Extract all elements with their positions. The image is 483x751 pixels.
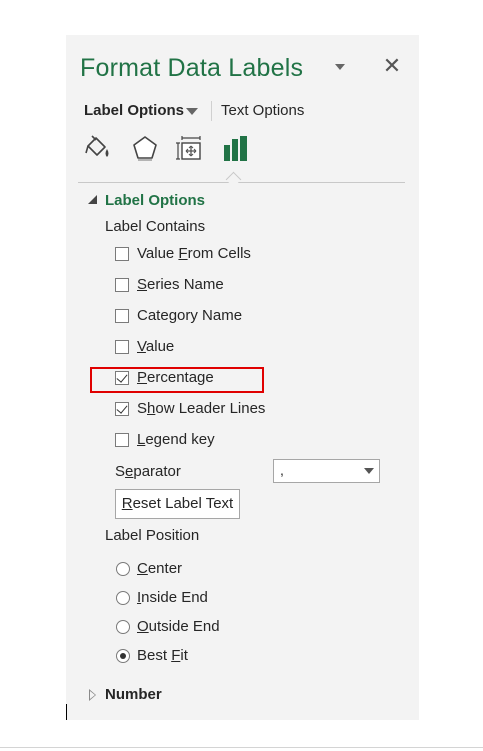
window-bottom-border	[0, 747, 483, 748]
text-cursor	[66, 704, 67, 720]
label-position-heading: Label Position	[105, 527, 200, 544]
label-options-dropdown-icon[interactable]	[186, 108, 198, 115]
label-contains-heading: Label Contains	[105, 218, 206, 235]
format-data-labels-pane: Format Data Labels ✕ Label Options Text …	[66, 35, 419, 720]
radio-selected-dot	[120, 653, 126, 659]
checkbox-box[interactable]	[115, 278, 129, 292]
checkbox-label: Value From Cells	[137, 245, 251, 262]
checkbox-label: Legend key	[137, 431, 215, 448]
icon-tab-underline	[78, 182, 405, 183]
separator-value: ,	[280, 462, 284, 478]
collapse-arrow-icon[interactable]	[88, 195, 97, 204]
radio-button[interactable]	[116, 562, 130, 576]
chevron-down-icon[interactable]	[364, 468, 374, 474]
radio-button[interactable]	[116, 649, 130, 663]
tab-label-options[interactable]: Label Options	[84, 102, 184, 119]
reset-label-text-button[interactable]: Reset Label Text	[115, 489, 240, 519]
checkmark-icon	[116, 371, 128, 383]
radio-label: Inside End	[137, 589, 208, 606]
radio-label: Center	[137, 560, 183, 577]
tab-divider	[211, 101, 212, 121]
checkbox-box[interactable]	[115, 371, 129, 385]
pane-options-dropdown-icon[interactable]	[332, 59, 348, 75]
checkbox-label: Percentage	[137, 369, 214, 386]
tab-text-options[interactable]: Text Options	[221, 102, 304, 119]
checkbox-label: Series Name	[137, 276, 224, 293]
pane-title: Format Data Labels	[80, 54, 304, 82]
checkbox-box[interactable]	[115, 433, 129, 447]
effects-pentagon-icon[interactable]	[130, 133, 160, 165]
series-options-chart-icon[interactable]	[221, 133, 251, 165]
section-label-options[interactable]: Label Options	[105, 192, 205, 209]
expand-arrow-icon[interactable]	[89, 689, 96, 701]
checkbox-label: Value	[137, 338, 175, 355]
checkmark-icon	[116, 402, 128, 414]
radio-label: Best Fit	[137, 647, 188, 664]
close-pane-button[interactable]: ✕	[382, 55, 402, 77]
checkbox-label: Category Name	[137, 307, 243, 324]
fill-line-icon[interactable]	[83, 133, 113, 165]
checkbox-box[interactable]	[115, 247, 129, 261]
checkbox-box[interactable]	[115, 340, 129, 354]
separator-dropdown[interactable]: ,	[273, 459, 380, 483]
selected-icon-notch	[225, 171, 242, 188]
radio-button[interactable]	[116, 620, 130, 634]
checkbox-box[interactable]	[115, 309, 129, 323]
section-number[interactable]: Number	[105, 686, 162, 703]
size-properties-icon[interactable]	[176, 133, 206, 165]
separator-label: Separator	[115, 463, 181, 480]
radio-button[interactable]	[116, 591, 130, 605]
radio-label: Outside End	[137, 618, 220, 635]
checkbox-label: Show Leader Lines	[137, 400, 266, 417]
checkbox-box[interactable]	[115, 402, 129, 416]
